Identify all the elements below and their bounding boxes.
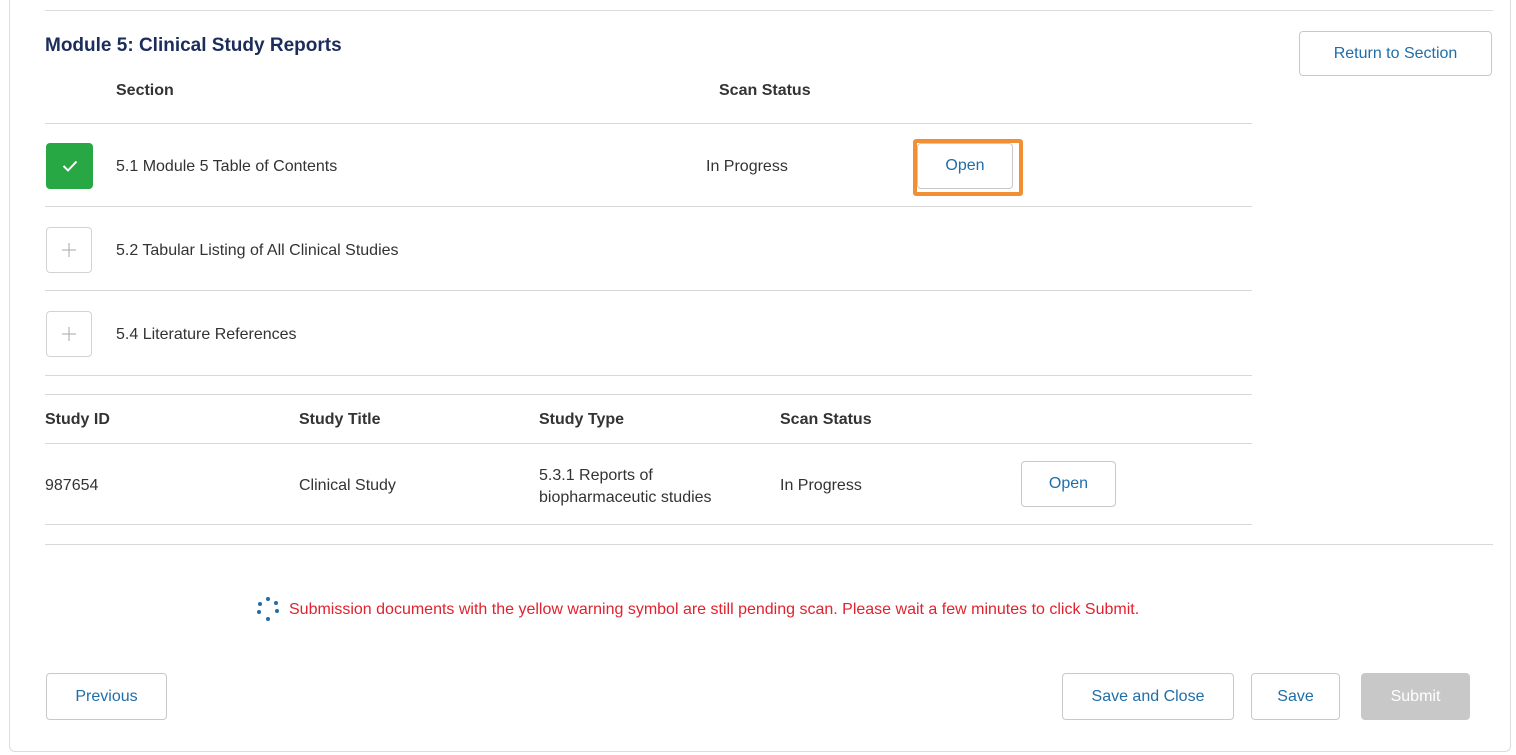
expand-section-5-2-button[interactable]	[46, 227, 92, 273]
study-type-line-2: biopharmaceutic studies	[539, 489, 712, 506]
section-label-5-1: 5.1 Module 5 Table of Contents	[116, 158, 338, 175]
section-checked-checkbox[interactable]	[46, 143, 93, 189]
study-type-line-1: 5.3.1 Reports of	[539, 467, 653, 484]
plus-icon	[62, 327, 76, 341]
checkmark-icon	[62, 160, 77, 172]
section-label-5-4: 5.4 Literature References	[116, 326, 297, 343]
content-panel	[9, 0, 1511, 752]
section-label-5-2: 5.2 Tabular Listing of All Clinical Stud…	[116, 242, 399, 259]
expand-section-5-4-button[interactable]	[46, 311, 92, 357]
plus-icon	[62, 243, 76, 257]
column-header-section: Section	[116, 82, 174, 99]
previous-button[interactable]: Previous	[46, 673, 167, 720]
divider	[45, 290, 1252, 291]
column-header-scan-status: Scan Status	[719, 82, 811, 99]
divider	[45, 375, 1252, 376]
column-header-study-title: Study Title	[299, 411, 381, 428]
divider	[45, 394, 1252, 395]
scan-status-5-1: In Progress	[706, 158, 788, 175]
loading-spinner-icon	[255, 597, 281, 623]
save-button[interactable]: Save	[1251, 673, 1340, 720]
study-scan-status: In Progress	[780, 477, 862, 494]
save-and-close-button[interactable]: Save and Close	[1062, 673, 1234, 720]
open-study-button[interactable]: Open	[1021, 461, 1116, 507]
divider	[45, 544, 1493, 545]
divider	[45, 443, 1252, 444]
divider	[45, 123, 1252, 124]
study-title: Clinical Study	[299, 477, 396, 494]
highlight-outline	[913, 139, 1023, 196]
warning-text: Submission documents with the yellow war…	[289, 601, 1140, 618]
study-type: 5.3.1 Reports of biopharmaceutic studies	[539, 465, 712, 509]
divider	[45, 206, 1252, 207]
page-title: Module 5: Clinical Study Reports	[45, 35, 342, 56]
column-header-study-id: Study ID	[45, 411, 110, 428]
divider	[45, 524, 1252, 525]
top-divider	[45, 10, 1493, 11]
study-id: 987654	[45, 477, 99, 494]
submit-button[interactable]: Submit	[1361, 673, 1470, 720]
return-to-section-button[interactable]: Return to Section	[1299, 31, 1492, 76]
column-header-study-type: Study Type	[539, 411, 625, 428]
pending-scan-warning: Submission documents with the yellow war…	[255, 597, 1139, 623]
column-header-study-scan-status: Scan Status	[780, 411, 872, 428]
